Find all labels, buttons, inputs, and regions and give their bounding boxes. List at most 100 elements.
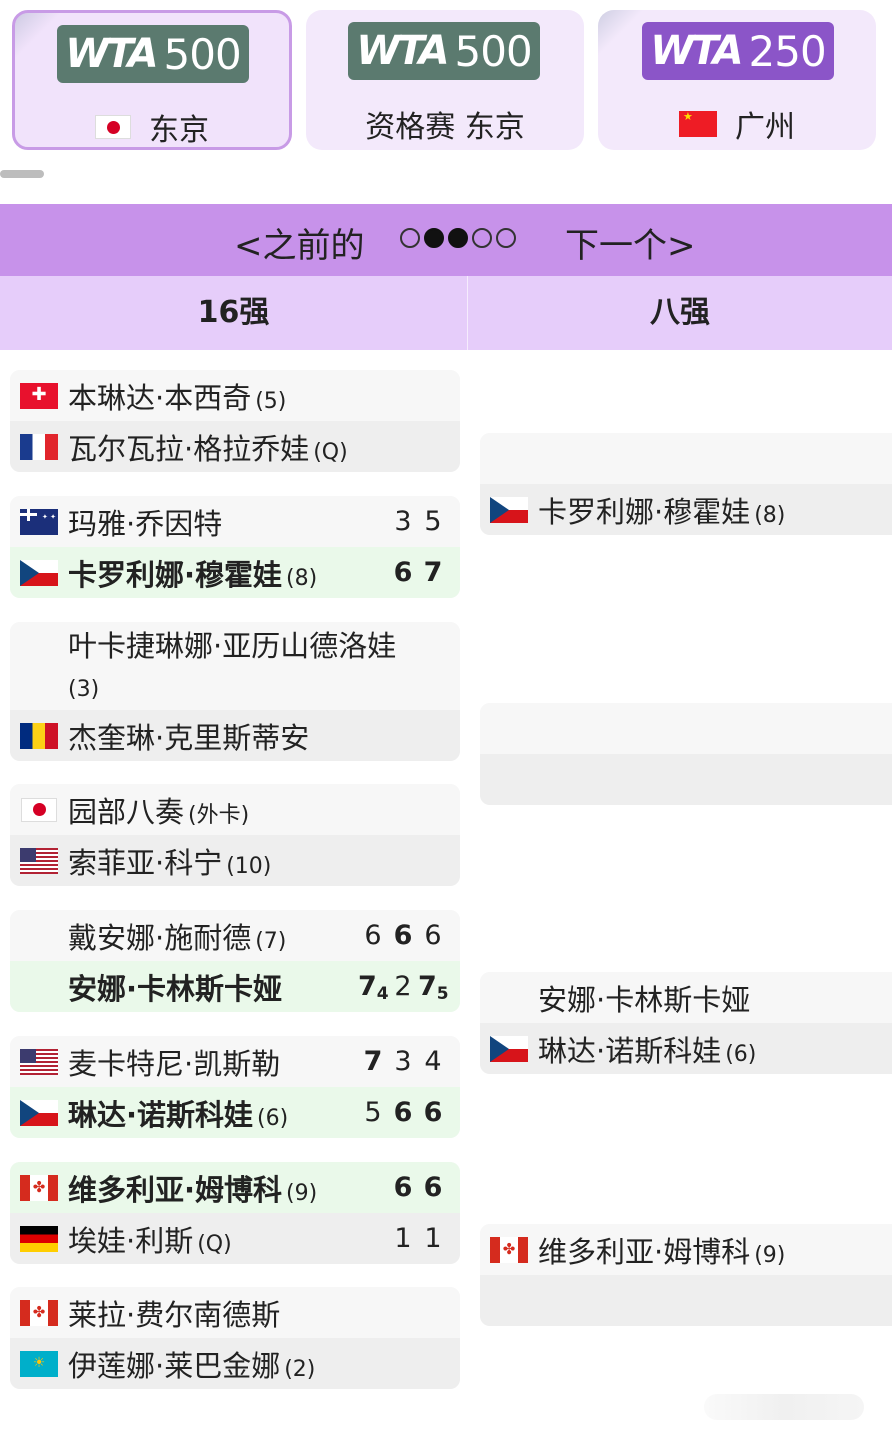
match-card[interactable]: 叶卡捷琳娜·亚历山德洛娃 (3) 杰奎琳·克里斯蒂安 [10,622,460,761]
qf-match-card[interactable]: 安娜·卡林斯卡娅 琳达·诺斯科娃 (6) [480,972,892,1074]
set-score: 6 [424,920,442,951]
set-score: 6 [423,1097,443,1128]
tournament-card-guangzhou[interactable]: WTA250 广州 [598,10,876,150]
usa-flag-icon [20,1048,58,1075]
match-card[interactable]: 莱拉·费尔南德斯 伊莲娜·莱巴金娜(2) [10,1287,460,1389]
player-row-winner: 琳达·诺斯科娃 (6) 5 6 6 [10,1087,460,1138]
round-navigation-bar: <之前的 下一个> [0,204,892,276]
switzerland-flag-icon [20,382,58,409]
wta-500-logo: WTA 500 [348,22,540,80]
canada-flag-icon [20,1174,58,1201]
set-score: 5 [364,1097,382,1128]
qf-match-card[interactable]: 维多利亚·姆博科(9) [480,1224,892,1326]
player-row: 玛雅·乔因特 3 5 [10,496,460,547]
player-name: 伊莲娜·莱巴金娜 (2) [68,1348,316,1383]
page-dot[interactable] [400,228,420,248]
match-card[interactable]: 戴安娜·施耐德 (7) 6 6 6 安娜·卡林斯卡娅 74 2 75 [10,910,460,1012]
card-corner-decoration [598,10,648,60]
player-row: 埃娃·利斯 (Q) 1 1 [10,1213,460,1264]
set-score: 2 [394,971,412,1002]
tournament-label: 广州 [598,102,876,146]
tiebreak-score: 5 [436,984,449,1004]
match-card[interactable]: 本琳达·本西奇(5) 瓦尔瓦拉·格拉乔娃(Q) [10,370,460,472]
canada-flag-icon [490,1236,528,1263]
tournament-label: 东京 [15,105,289,148]
player-name: 玛雅·乔因特 [68,506,223,541]
page-dot-active[interactable] [448,228,468,248]
page-dot-active[interactable] [424,228,444,248]
player-name: 本琳达·本西奇 (5) [68,380,287,415]
player-row-empty [480,754,892,805]
match-card[interactable]: 麦卡特尼·凯斯勒 7 3 4 琳达·诺斯科娃 (6) 5 6 6 [10,1036,460,1138]
page-dot[interactable] [472,228,492,248]
tournament-name: 广州 [735,110,795,145]
player-name: 索菲亚·科宁 (10) [68,845,272,880]
player-row: 瓦尔瓦拉·格拉乔娃 (Q) [10,421,460,472]
player-name: 维多利亚·姆博科 (9) [538,1234,786,1269]
player-name: 园部八奏 (外卡) [68,794,250,829]
canada-flag-icon [20,1299,58,1326]
horizontal-scroll-indicator[interactable] [0,170,44,178]
czech-flag-icon [490,496,528,523]
player-name: 戴安娜·施耐德 (7) [68,920,287,955]
set-score: 6 [393,1172,413,1203]
set-score: 5 [424,506,442,537]
player-row: 园部八奏 (外卡) [10,784,460,835]
set-score: 3 [394,506,412,537]
player-row: 琳达·诺斯科娃 (6) [480,1023,892,1074]
czech-flag-icon [490,1035,528,1062]
tournament-card-tokyo[interactable]: WTA 500 东京 [12,10,292,150]
player-name: 叶卡捷琳娜·亚历山德洛娃 (3) [68,629,397,702]
page-dot[interactable] [496,228,516,248]
player-row: 索菲亚·科宁 (10) [10,835,460,886]
qf-match-card[interactable] [480,703,892,805]
set-score: 7 [423,557,443,588]
player-name: 莱拉·费尔南德斯 [68,1297,281,1332]
set-score: 6 [393,920,413,951]
score-list: 7 3 4 [358,1046,460,1077]
tiebreak-score: 4 [376,984,389,1004]
set-score: 6 [423,1172,443,1203]
match-card[interactable]: 维多利亚·姆博科(9) 6 6 埃娃·利斯(Q) 1 1 [10,1162,460,1264]
match-card[interactable]: 园部八奏 (外卡) 索菲亚·科宁 (10) [10,784,460,886]
score-list: 5 6 6 [358,1097,460,1128]
match-card[interactable]: 玛雅·乔因特 3 5 卡罗利娜·穆霍娃(8) 6 7 [10,496,460,598]
tournament-name: 东京 [149,113,209,148]
czech-flag-icon [20,559,58,586]
score-list: 1 1 [388,1223,460,1254]
player-name: 卡罗利娜·穆霍娃 (8) [68,557,318,592]
player-name: 琳达·诺斯科娃 (6) [538,1033,757,1068]
player-name: 杰奎琳·克里斯蒂安 [68,720,310,755]
japan-flag-icon [21,797,57,822]
tournament-name: 资格赛 东京 [365,110,525,145]
player-row: 卡罗利娜·穆霍娃 (8) [480,484,892,535]
player-name: 安娜·卡林斯卡娅 [68,971,283,1006]
set-score: 4 [424,1046,442,1077]
player-row: 本琳达·本西奇(5) [10,370,460,421]
next-button[interactable]: 下一个> [565,218,696,267]
player-row-empty [480,1275,892,1326]
kazakhstan-flag-icon [20,1350,58,1377]
wta-250-logo: WTA 250 [642,22,834,80]
score-list: 74 2 75 [358,971,460,1004]
set-score: 75 [418,971,449,1004]
page-indicator [400,228,516,248]
player-row: 安娜·卡林斯卡娅 [480,972,892,1023]
australia-flag-icon [20,508,58,535]
player-row-empty [480,433,892,484]
player-row: 伊莲娜·莱巴金娜(2) [10,1338,460,1389]
score-list: 6 6 6 [358,920,460,951]
player-row: 莱拉·费尔南德斯 [10,1287,460,1338]
round-headers: 16强 八强 [0,276,892,350]
player-row: 戴安娜·施耐德 (7) 6 6 6 [10,910,460,961]
player-row: 麦卡特尼·凯斯勒 7 3 4 [10,1036,460,1087]
france-flag-icon [20,433,58,460]
player-name: 瓦尔瓦拉·格拉乔娃 (Q) [68,431,348,466]
previous-button[interactable]: <之前的 [234,218,365,267]
set-score: 1 [424,1223,442,1254]
player-row-winner: 卡罗利娜·穆霍娃 (8) 6 7 [10,547,460,598]
qf-match-card[interactable]: 卡罗利娜·穆霍娃 (8) [480,433,892,535]
china-flag-icon [679,111,717,137]
tournament-card-tokyo-qualifying[interactable]: WTA 500 资格赛 东京 [306,10,584,150]
set-score: 6 [393,1097,413,1128]
